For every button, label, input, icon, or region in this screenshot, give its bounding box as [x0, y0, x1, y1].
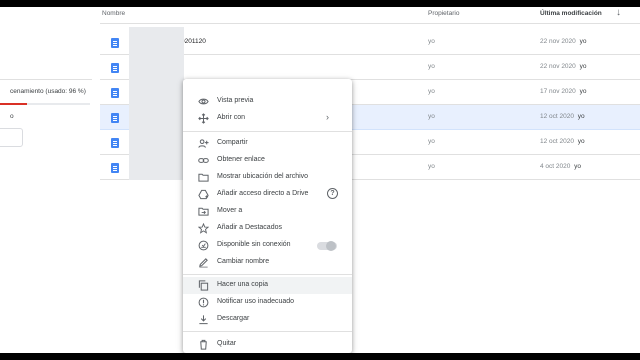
modified-date: 17 nov 2020 — [540, 88, 576, 95]
file-owner: yo — [428, 63, 435, 70]
file-owner: yo — [428, 163, 435, 170]
menu-item-obtener-enlace[interactable]: Obtener enlace — [183, 152, 352, 169]
column-header-owner[interactable]: Propietario — [428, 10, 459, 17]
move-to-folder-icon — [198, 206, 209, 217]
menu-item-abrir-con[interactable]: Abrir con › — [183, 110, 352, 127]
offline-toggle[interactable] — [317, 241, 337, 251]
link-icon — [198, 155, 209, 166]
doc-file-icon — [111, 138, 119, 148]
menu-item-label: Hacer una copia — [217, 281, 268, 288]
modified-by: yo — [579, 88, 587, 95]
file-modified: 4 oct 2020 yo — [540, 163, 581, 170]
toggle-knob — [326, 241, 336, 251]
buy-storage-button[interactable] — [0, 128, 23, 147]
modified-by: yo — [574, 163, 582, 170]
menu-item-descargar[interactable]: Descargar — [183, 311, 352, 328]
file-modified: 12 oct 2020 yo — [540, 113, 585, 120]
doc-file-icon — [111, 113, 119, 123]
menu-item-mostrar-ubicacion[interactable]: Mostrar ubicación del archivo — [183, 169, 352, 186]
doc-file-icon — [111, 88, 119, 98]
modified-by: yo — [579, 63, 587, 70]
modified-date: 22 nov 2020 — [540, 38, 576, 45]
menu-item-label: Obtener enlace — [217, 156, 265, 163]
modified-date: 4 oct 2020 — [540, 163, 571, 170]
context-menu: Vista previa Abrir con › Compartir Obten… — [183, 79, 352, 353]
menu-divider — [183, 331, 352, 332]
menu-divider — [183, 274, 352, 275]
menu-item-label: Vista previa — [217, 97, 254, 104]
modified-date: 12 oct 2020 — [540, 138, 574, 145]
menu-item-acceso-directo[interactable]: Añadir acceso directo a Drive ? — [183, 186, 352, 203]
offline-icon — [198, 240, 209, 251]
menu-item-label: Abrir con — [217, 114, 246, 121]
folder-icon — [198, 172, 209, 183]
modified-date: 22 nov 2020 — [540, 63, 576, 70]
modified-by: yo — [579, 38, 587, 45]
storage-usage-fill — [0, 103, 27, 105]
file-name: 0201120 — [181, 38, 206, 45]
modified-by: yo — [577, 138, 585, 145]
trash-icon — [198, 339, 209, 350]
menu-item-label: Quitar — [217, 340, 237, 347]
doc-file-icon — [111, 63, 119, 73]
menu-item-label: Disponible sin conexión — [217, 241, 291, 248]
file-owner: yo — [428, 138, 435, 145]
file-modified: 22 nov 2020 yo — [540, 38, 586, 45]
table-header: Nombre Propietario Última modificación ↓ — [100, 7, 640, 24]
file-owner: yo — [428, 38, 435, 45]
menu-item-notificar[interactable]: Notificar uso inadecuado — [183, 294, 352, 311]
eye-icon — [198, 96, 209, 107]
copy-icon — [198, 280, 209, 291]
file-modified: 17 nov 2020 yo — [540, 88, 586, 95]
doc-file-icon — [111, 163, 119, 173]
pencil-icon — [198, 257, 209, 268]
menu-item-vista-previa[interactable]: Vista previa — [183, 93, 352, 110]
file-modified: 12 oct 2020 yo — [540, 138, 585, 145]
menu-item-sin-conexion[interactable]: Disponible sin conexión — [183, 237, 352, 254]
drive-shortcut-icon — [198, 189, 209, 200]
menu-divider — [183, 131, 352, 132]
move-arrows-icon — [198, 113, 209, 124]
menu-item-label: Añadir a Destacados — [217, 224, 282, 231]
file-owner: yo — [428, 88, 435, 95]
menu-item-label: Mostrar ubicación del archivo — [217, 173, 309, 180]
storage-usage-text: cenamiento (usado: 96 %) — [10, 88, 86, 95]
left-divider — [0, 79, 92, 80]
file-owner: yo — [428, 113, 435, 120]
menu-item-compartir[interactable]: Compartir — [183, 135, 352, 152]
person-add-icon — [198, 138, 209, 149]
doc-file-icon — [111, 38, 119, 48]
menu-item-cambiar-nombre[interactable]: Cambiar nombre — [183, 254, 352, 271]
download-icon — [198, 314, 209, 325]
menu-item-label: Descargar — [217, 315, 250, 322]
drive-window: cenamiento (usado: 96 %) o Nombre Propie… — [0, 7, 640, 353]
modified-date: 12 oct 2020 — [540, 113, 574, 120]
menu-item-mover-a[interactable]: Mover a — [183, 203, 352, 220]
menu-item-label: Notificar uso inadecuado — [217, 298, 295, 305]
menu-item-label: Añadir acceso directo a Drive — [217, 190, 309, 197]
menu-item-quitar[interactable]: Quitar — [183, 336, 352, 353]
storage-panel: cenamiento (usado: 96 %) o — [0, 7, 100, 353]
file-modified: 22 nov 2020 yo — [540, 63, 586, 70]
menu-item-label: Mover a — [217, 207, 243, 214]
column-header-name[interactable]: Nombre — [102, 10, 125, 17]
storage-usage-bar — [0, 103, 90, 105]
menu-item-label: Cambiar nombre — [217, 258, 270, 265]
star-icon — [198, 223, 209, 234]
help-icon[interactable]: ? — [327, 188, 338, 199]
storage-usage-suffix: o — [10, 113, 14, 120]
redacted-area — [129, 27, 184, 180]
report-icon — [198, 297, 209, 308]
modified-by: yo — [577, 113, 585, 120]
chevron-right-icon: › — [326, 112, 329, 122]
arrow-down-icon[interactable]: ↓ — [616, 7, 621, 18]
menu-item-destacados[interactable]: Añadir a Destacados — [183, 220, 352, 237]
menu-item-label: Compartir — [217, 139, 248, 146]
column-header-modified[interactable]: Última modificación — [540, 10, 602, 17]
menu-item-hacer-copia[interactable]: Hacer una copia — [183, 277, 352, 294]
